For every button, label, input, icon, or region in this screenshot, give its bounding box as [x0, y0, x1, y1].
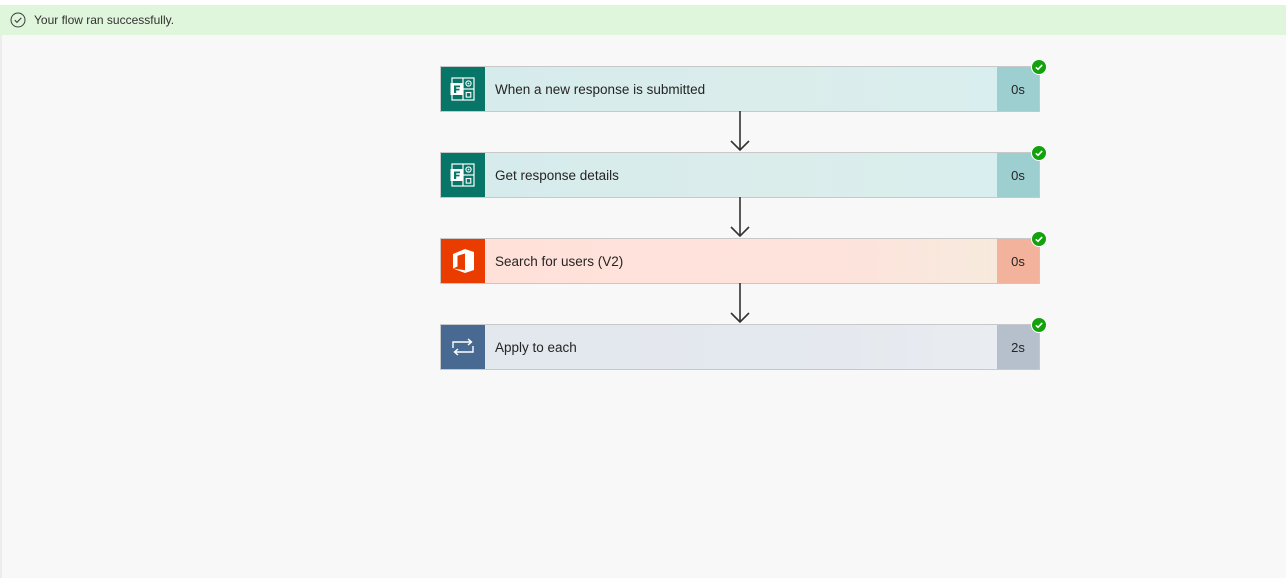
step-title: Get response details [485, 153, 997, 197]
arrow-down-icon [730, 111, 750, 152]
office-365-icon [441, 239, 485, 283]
step-apply-to-each[interactable]: Apply to each 2s [440, 317, 1047, 370]
success-message: Your flow ran successfully. [34, 13, 175, 27]
success-check-circle-icon [10, 12, 26, 28]
success-check-icon [1031, 317, 1047, 333]
left-edge-divider [0, 35, 2, 578]
step-title: Search for users (V2) [485, 239, 997, 283]
step-when-new-response-submitted[interactable]: When a new response is submitted 0s [440, 59, 1047, 112]
step-search-for-users[interactable]: Search for users (V2) 0s [440, 231, 1047, 284]
success-check-icon [1031, 231, 1047, 247]
loop-icon [441, 325, 485, 369]
success-check-icon [1031, 145, 1047, 161]
microsoft-forms-icon [441, 67, 485, 111]
success-banner: Your flow ran successfully. [0, 5, 1286, 35]
arrow-down-icon [730, 283, 750, 324]
microsoft-forms-icon [441, 153, 485, 197]
arrow-down-icon [730, 197, 750, 238]
step-title: Apply to each [485, 325, 997, 369]
step-get-response-details[interactable]: Get response details 0s [440, 145, 1047, 198]
success-check-icon [1031, 59, 1047, 75]
step-title: When a new response is submitted [485, 67, 997, 111]
flow-run-canvas: Your flow ran successfully. When a new r… [0, 0, 1286, 578]
